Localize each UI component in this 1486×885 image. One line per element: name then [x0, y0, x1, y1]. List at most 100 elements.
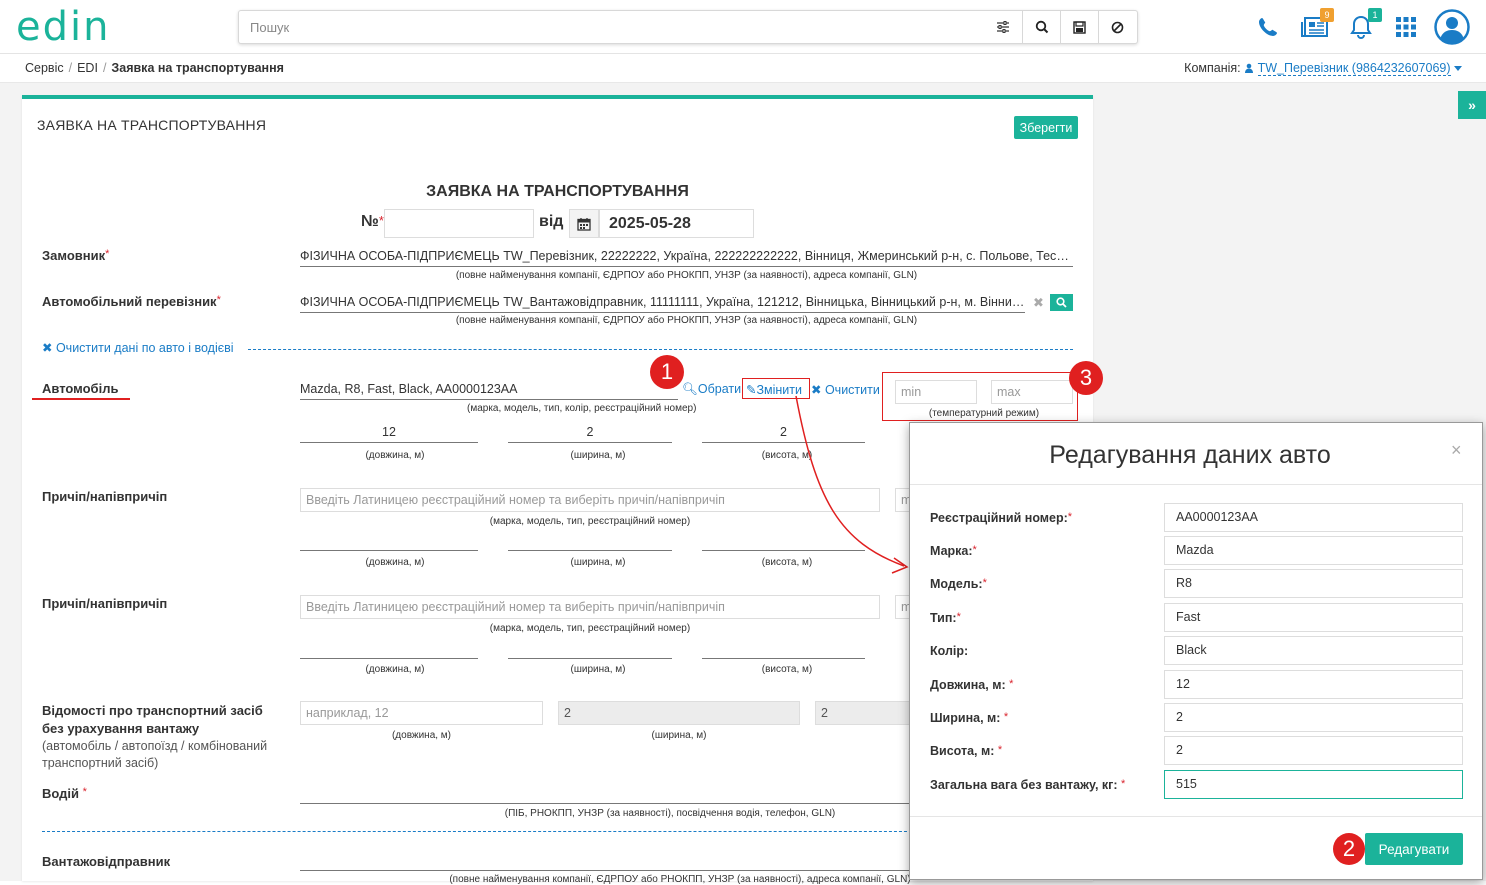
user-icon: [1245, 63, 1254, 73]
trailer-input-2[interactable]: Введіть Латиницею реєстраційний номер та…: [300, 595, 880, 619]
breadcrumb-current: Заявка на транспортування: [111, 61, 284, 75]
breadcrumb-bar: Сервіс / EDI / Заявка на транспортування Ком…: [0, 54, 1486, 83]
company-label: Компанія:: [1184, 61, 1241, 75]
modal-divider: [910, 816, 1482, 817]
driver-label: Водій *: [42, 786, 87, 801]
trailer-length-2[interactable]: [300, 639, 478, 659]
trailer-width-2[interactable]: [508, 639, 672, 659]
trailer-label-2: Причіп/напівпричіп: [42, 596, 168, 611]
top-bar: edin 9 1: [0, 0, 1486, 54]
annotation-arrow: [795, 395, 909, 574]
length-hint: (довжина, м): [365, 450, 425, 461]
trailer-label-1: Причіп/напівпричіп: [42, 489, 168, 504]
model-input[interactable]: R8: [1164, 569, 1463, 598]
shipper-field[interactable]: [300, 851, 920, 871]
trailer-height-2[interactable]: [702, 639, 865, 659]
modal-divider: [910, 484, 1482, 485]
clear-carrier-icon[interactable]: ✖: [1033, 295, 1044, 311]
section-divider: [248, 349, 1073, 350]
vehicle-info-label: Відомості про транспортний засіб без ура…: [42, 703, 263, 736]
empty-weight-input[interactable]: 515: [1164, 770, 1463, 799]
width-input[interactable]: 2: [1164, 703, 1463, 732]
news-icon[interactable]: 9: [1300, 8, 1334, 40]
close-icon: ✖: [42, 341, 56, 355]
car-length-field[interactable]: 12: [300, 423, 478, 443]
shipper-label: Вантажовідправник: [42, 854, 171, 869]
brand-input[interactable]: Mazda: [1164, 536, 1463, 565]
date-input[interactable]: 2025-05-28: [599, 209, 754, 238]
breadcrumb: Сервіс / EDI / Заявка на транспортування: [25, 61, 284, 75]
bell-icon[interactable]: 1: [1348, 8, 1382, 40]
choose-car-link[interactable]: 🔍︎Обрати: [682, 382, 741, 397]
reset-search-icon[interactable]: [1098, 11, 1136, 43]
length-hint: (довжина, м): [365, 664, 425, 675]
save-button[interactable]: Зберегти: [1014, 116, 1078, 139]
news-count-badge: 9: [1320, 8, 1334, 22]
step-2-marker: 2: [1333, 833, 1365, 865]
calendar-icon[interactable]: [569, 209, 599, 238]
vehicle-width-input: 2: [558, 701, 800, 725]
save-search-icon[interactable]: [1060, 11, 1098, 43]
breadcrumb-edi[interactable]: EDI: [77, 61, 98, 75]
notifications-count-badge: 1: [1368, 8, 1382, 22]
driver-field[interactable]: [300, 784, 920, 804]
width-hint: (ширина, м): [570, 450, 626, 461]
trailer-hint-2: (марка, модель, тип, реєстраційний номер…: [489, 623, 691, 634]
vehicle-length-input[interactable]: наприклад, 12: [300, 701, 543, 725]
date-from-label: від: [539, 213, 564, 230]
length-hint: (довжина, м): [391, 730, 452, 741]
vehicle-height-input: 2: [815, 701, 915, 725]
phone-icon[interactable]: [1255, 14, 1281, 40]
edit-submit-button[interactable]: Редагувати: [1365, 833, 1463, 865]
car-width-field[interactable]: 2: [508, 423, 672, 443]
edin-logo[interactable]: edin: [16, 6, 110, 48]
customer-label: Замовник*: [42, 248, 110, 263]
carrier-field[interactable]: ФІЗИЧНА ОСОБА-ПІДПРИЄМЕЦЬ TW_Вантажовідп…: [300, 293, 1025, 313]
type-label: Тип:*: [930, 611, 961, 625]
section-divider: [42, 831, 922, 832]
length-hint: (довжина, м): [365, 557, 425, 568]
step-1-marker: 1: [650, 355, 684, 389]
width-hint: (ширина, м): [570, 557, 626, 568]
search-carrier-icon[interactable]: [1050, 294, 1073, 311]
car-label: Автомобіль: [42, 381, 119, 396]
length-input[interactable]: 12: [1164, 670, 1463, 699]
customer-field[interactable]: ФІЗИЧНА ОСОБА-ПІДПРИЄМЕЦЬ TW_Перевізник,…: [300, 247, 1073, 267]
company-selector: Компанія: TW_Перевізник (9864232607069): [1184, 61, 1462, 76]
width-label: Ширина, м: *: [930, 711, 1009, 725]
height-hint: (висота, м): [761, 664, 813, 675]
search-input[interactable]: [239, 11, 984, 43]
model-label: Модель:*: [930, 577, 987, 591]
trailer-width-1[interactable]: [508, 531, 672, 551]
color-input[interactable]: Black: [1164, 636, 1463, 665]
reg-number-label: Реєстраційний номер:*: [930, 511, 1073, 525]
number-input[interactable]: [384, 209, 534, 238]
reg-number-input[interactable]: AA0000123AA: [1164, 503, 1463, 532]
car-field[interactable]: Mazda, R8, Fast, Black, AA0000123AA: [300, 380, 678, 400]
company-link[interactable]: TW_Перевізник (9864232607069): [1257, 61, 1451, 76]
vehicle-info-sublabel: (автомобіль / автопоїзд / комбінований т…: [42, 739, 268, 770]
carrier-label: Автомобільний перевізник*: [42, 294, 221, 309]
search-icon: 🔍︎: [682, 382, 698, 396]
close-icon[interactable]: ×: [1451, 440, 1462, 461]
modal-title: Редагування даних авто: [1049, 441, 1331, 469]
clear-car-driver-link[interactable]: ✖ Очистити дані по авто і водієві: [42, 340, 234, 355]
width-hint: (ширина, м): [570, 664, 626, 675]
expand-sidebar-icon[interactable]: »: [1458, 91, 1486, 119]
user-avatar-icon[interactable]: [1434, 9, 1470, 45]
width-hint: (ширина, м): [651, 730, 707, 741]
number-label: №*: [361, 213, 384, 230]
height-input[interactable]: 2: [1164, 736, 1463, 765]
search-bar: [238, 10, 1138, 44]
trailer-length-1[interactable]: [300, 531, 478, 551]
length-label: Довжина, м: *: [930, 678, 1014, 692]
customer-hint: (повне найменування компанії, ЄДРПОУ або…: [455, 270, 918, 281]
breadcrumb-service[interactable]: Сервіс: [25, 61, 64, 75]
carrier-hint: (повне найменування компанії, ЄДРПОУ або…: [455, 315, 918, 326]
apps-grid-icon[interactable]: [1393, 14, 1419, 40]
search-icon[interactable]: [1022, 11, 1060, 43]
caret-down-icon[interactable]: [1454, 66, 1462, 72]
filter-sliders-icon[interactable]: [984, 11, 1022, 43]
type-input[interactable]: Fast: [1164, 603, 1463, 632]
panel-title: ЗАЯВКА НА ТРАНСПОРТУВАННЯ: [37, 117, 267, 133]
